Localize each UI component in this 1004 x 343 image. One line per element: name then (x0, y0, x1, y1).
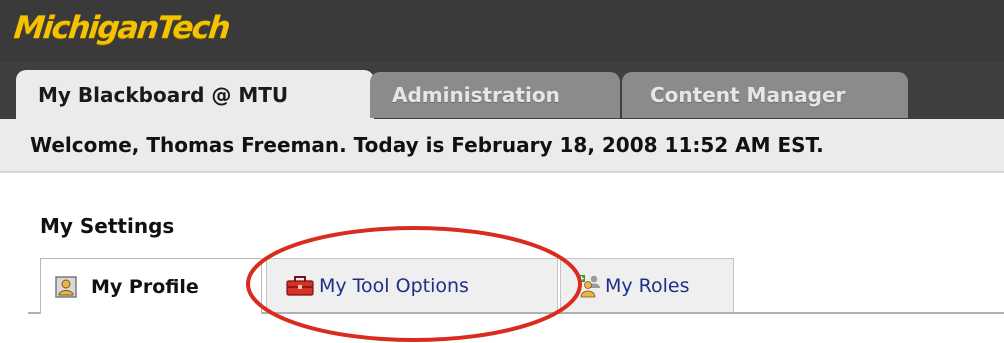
tab-label: My Tool Options (319, 274, 469, 297)
site-header: MichiganTech My Blackboard @ MTU Adminis… (0, 0, 1004, 130)
michigan-tech-logo[interactable]: MichiganTech (12, 10, 231, 46)
roles-icon (577, 273, 603, 299)
tab-content-manager[interactable]: Content Manager (622, 72, 908, 118)
brand-strip: MichiganTech (0, 0, 1004, 62)
tab-my-profile[interactable]: My Profile (40, 258, 262, 314)
tab-label: My Profile (91, 275, 199, 298)
tab-administration[interactable]: Administration (370, 72, 620, 118)
tab-my-tool-options[interactable]: My Tool Options (266, 258, 558, 312)
welcome-message: Welcome, Thomas Freeman. Today is Februa… (30, 133, 824, 157)
tab-label: My Roles (605, 274, 690, 297)
tab-my-roles[interactable]: My Roles (560, 258, 734, 312)
divider (0, 171, 1004, 173)
section-title-my-settings: My Settings (40, 214, 175, 238)
profile-icon (55, 275, 77, 298)
welcome-bar: Welcome, Thomas Freeman. Today is Februa… (0, 119, 1004, 171)
toolbox-icon (285, 275, 315, 297)
